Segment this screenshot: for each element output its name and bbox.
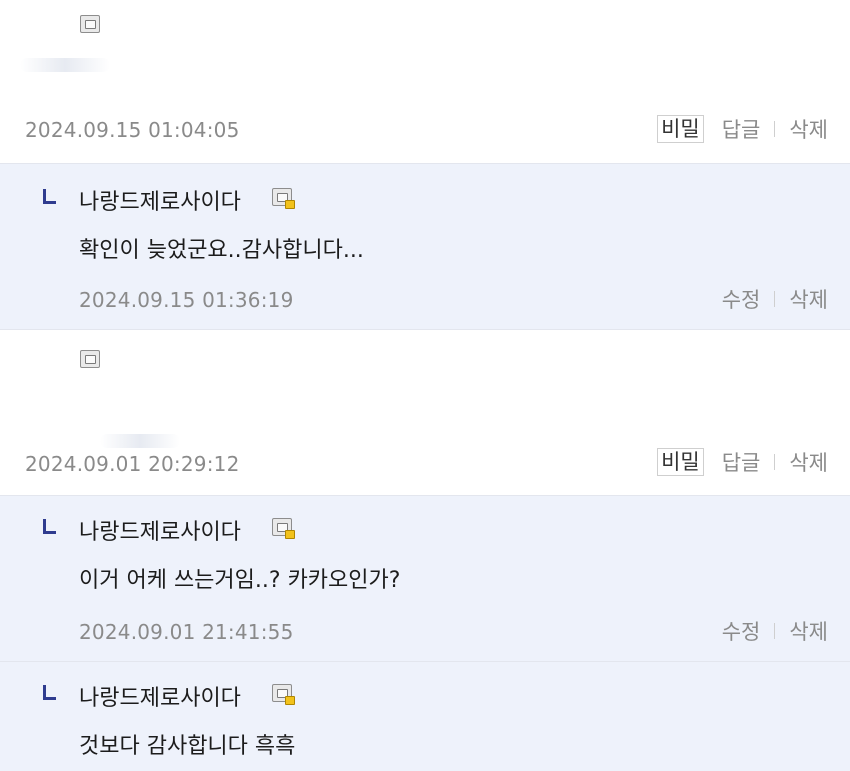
reply-arrow-icon (43, 685, 56, 700)
blurred-author (100, 434, 180, 448)
reply-author[interactable]: 나랑드제로사이다 (79, 680, 241, 712)
delete-button[interactable]: 삭제 (789, 284, 828, 314)
reply-arrow-icon (43, 519, 56, 534)
comment-item: 2024.09.15 01:04:05 비밀 답글 삭제 (0, 0, 850, 164)
secret-button[interactable]: 비밀 (657, 115, 704, 143)
reply-button[interactable]: 답글 (722, 114, 761, 144)
blurred-author (20, 58, 110, 72)
delete-button[interactable]: 삭제 (789, 616, 828, 646)
profile-card-icon (80, 15, 100, 33)
divider (774, 121, 776, 137)
profile-card-icon (80, 350, 100, 368)
comment-date: 2024.09.15 01:04:05 (25, 118, 240, 142)
reply-item: 나랑드제로사이다 것보다 감사합니다 흑흑 (0, 662, 850, 771)
reply-date: 2024.09.01 21:41:55 (79, 620, 294, 644)
reply-text: 것보다 감사합니다 흑흑 (79, 734, 296, 759)
reply-button[interactable]: 답글 (722, 447, 761, 477)
reply-date: 2024.09.15 01:36:19 (79, 288, 294, 312)
profile-card-lock-icon (272, 684, 295, 705)
delete-button[interactable]: 삭제 (789, 447, 828, 477)
reply-author[interactable]: 나랑드제로사이다 (79, 184, 241, 216)
profile-card-lock-icon (272, 518, 295, 539)
reply-item: 나랑드제로사이다 이거 어케 쓰는거임..? 카카오인가? 2024.09.01… (0, 496, 850, 662)
divider (774, 454, 776, 470)
comment-date: 2024.09.01 20:29:12 (25, 452, 240, 476)
edit-button[interactable]: 수정 (722, 284, 761, 314)
profile-card-lock-icon (272, 188, 295, 209)
reply-text: 이거 어케 쓰는거임..? 카카오인가? (79, 568, 401, 593)
divider (774, 291, 776, 307)
reply-actions: 수정 삭제 (722, 616, 828, 646)
comment-actions: 비밀 답글 삭제 (657, 447, 828, 477)
delete-button[interactable]: 삭제 (789, 114, 828, 144)
secret-button[interactable]: 비밀 (657, 448, 704, 476)
edit-button[interactable]: 수정 (722, 616, 761, 646)
reply-arrow-icon (43, 189, 56, 204)
comment-actions: 비밀 답글 삭제 (657, 114, 828, 144)
divider (774, 623, 776, 639)
reply-author[interactable]: 나랑드제로사이다 (79, 514, 241, 546)
reply-text: 확인이 늦었군요..감사합니다... (79, 238, 364, 263)
reply-actions: 수정 삭제 (722, 284, 828, 314)
comment-item: 2024.09.01 20:29:12 비밀 답글 삭제 (0, 330, 850, 496)
reply-item: 나랑드제로사이다 확인이 늦었군요..감사합니다... 2024.09.15 0… (0, 164, 850, 330)
